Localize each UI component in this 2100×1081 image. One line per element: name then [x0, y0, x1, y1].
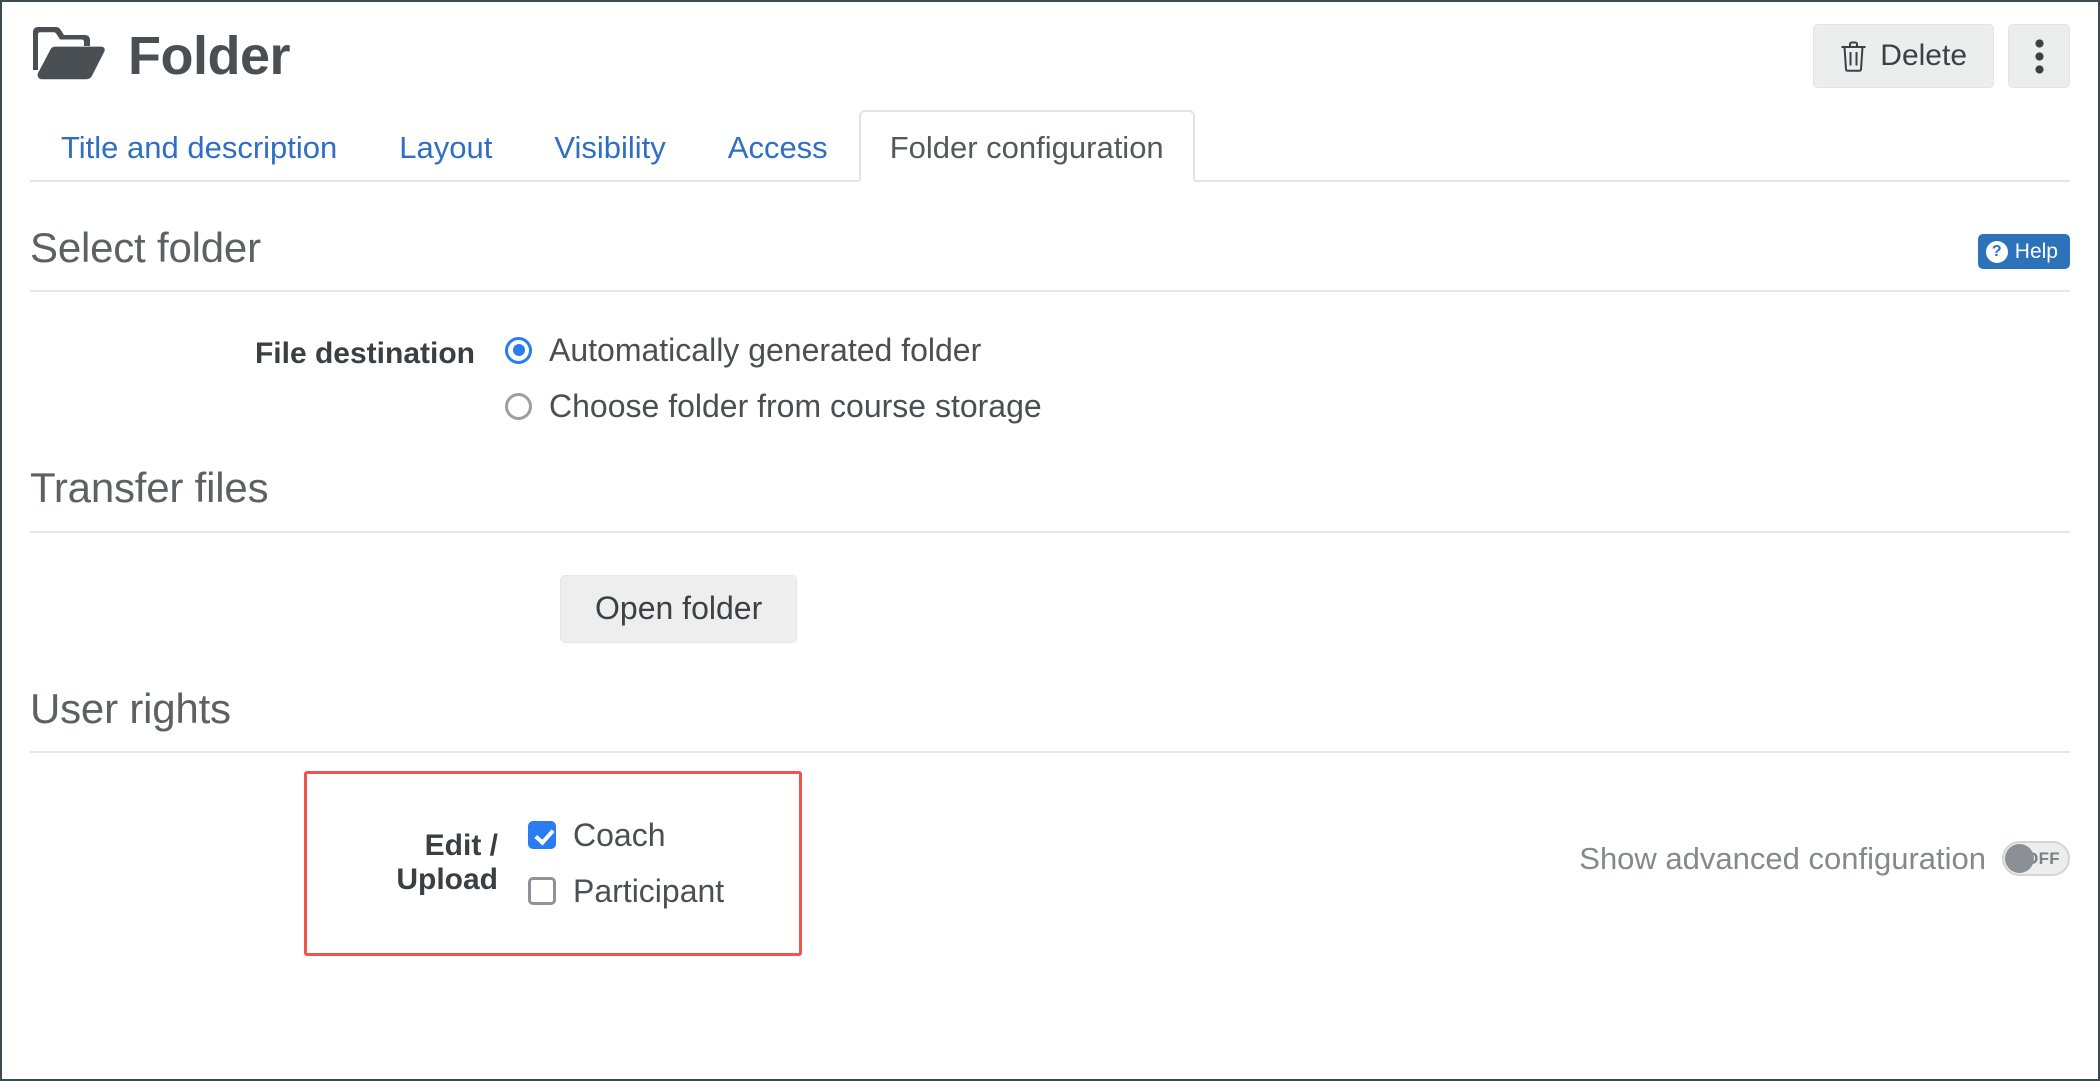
tab-bar: Title and description Layout Visibility …	[30, 110, 2070, 182]
edit-upload-label: Edit / Upload	[396, 829, 498, 897]
radio-label: Choose folder from course storage	[549, 388, 1042, 425]
advanced-configuration-toggle[interactable]: OFF	[2002, 841, 2070, 877]
tab-title-and-description[interactable]: Title and description	[30, 110, 368, 182]
page-title: Folder	[128, 26, 291, 86]
transfer-files-actions: Open folder	[30, 533, 2070, 643]
advanced-configuration-toggle-group: Show advanced configuration OFF	[1579, 841, 2070, 877]
more-options-button[interactable]	[2008, 24, 2070, 88]
radio-indicator-selected[interactable]	[505, 336, 532, 364]
tab-visibility[interactable]: Visibility	[523, 110, 696, 182]
help-button-label: Help	[2014, 239, 2058, 263]
checkbox-label: Participant	[573, 873, 725, 910]
checkbox-coach[interactable]: Coach	[528, 819, 724, 851]
tab-layout[interactable]: Layout	[368, 110, 523, 182]
page-header: Folder Delete	[2, 2, 2098, 110]
folder-configuration-page: Folder Delete Title and description Layo…	[0, 0, 2100, 1081]
header-actions: Delete	[1813, 24, 2070, 88]
radio-automatically-generated-folder[interactable]: Automatically generated folder	[505, 334, 1042, 366]
folder-open-icon	[30, 26, 106, 86]
radio-choose-folder-from-course-storage[interactable]: Choose folder from course storage	[505, 390, 1042, 422]
title-area: Folder	[30, 26, 291, 86]
delete-button-label: Delete	[1880, 39, 1967, 72]
trash-icon	[1840, 41, 1867, 72]
section-divider	[30, 530, 2070, 533]
user-rights-zone: Edit / Upload Coach Participant Show adv…	[30, 753, 2070, 963]
section-title-select-folder: Select folder	[30, 224, 261, 271]
radio-indicator[interactable]	[505, 392, 532, 420]
section-user-rights: User rights	[30, 643, 2070, 753]
section-divider	[30, 290, 2070, 293]
toggle-knob	[2005, 844, 2034, 874]
edit-upload-row: Edit / Upload Coach Participant	[304, 771, 802, 956]
section-title-user-rights: User rights	[30, 684, 231, 732]
file-destination-label: File destination	[254, 337, 475, 371]
file-destination-options: Automatically generated folder Choose fo…	[505, 334, 1042, 422]
tab-folder-configuration[interactable]: Folder configuration	[858, 110, 1195, 182]
advanced-configuration-label: Show advanced configuration	[1579, 840, 1986, 876]
help-button[interactable]: ? Help	[1977, 234, 2070, 269]
checkbox-indicator-checked[interactable]	[528, 821, 556, 850]
checkbox-label: Coach	[573, 817, 666, 854]
page-content: Select folder ? Help File destination Au…	[2, 182, 2098, 963]
edit-upload-options: Coach Participant	[528, 819, 724, 907]
delete-button[interactable]: Delete	[1813, 24, 1994, 88]
open-folder-button[interactable]: Open folder	[560, 574, 798, 643]
checkbox-indicator[interactable]	[528, 877, 556, 906]
radio-label: Automatically generated folder	[549, 332, 982, 369]
section-title-transfer-files: Transfer files	[30, 464, 269, 512]
kebab-menu-icon	[2034, 38, 2044, 74]
tab-access[interactable]: Access	[697, 110, 859, 182]
question-circle-icon: ?	[1985, 240, 2008, 263]
checkbox-participant[interactable]: Participant	[528, 875, 724, 907]
file-destination-row: File destination Automatically generated…	[30, 292, 2070, 422]
section-select-folder: Select folder ? Help	[30, 182, 2070, 293]
section-transfer-files: Transfer files	[30, 422, 2070, 533]
